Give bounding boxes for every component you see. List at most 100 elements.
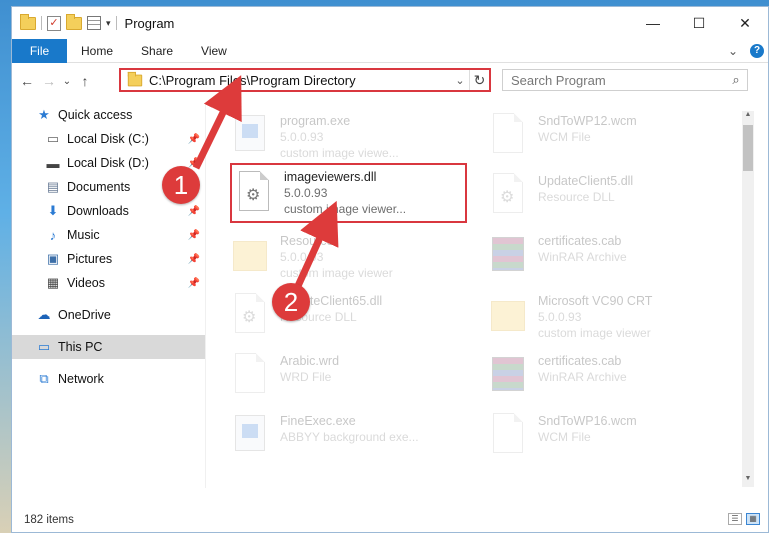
navigation-bar: ← → ⌄ ↑ C:\Program Files\Program Directo…: [12, 67, 768, 95]
search-input[interactable]: Search Program ⌕: [502, 69, 748, 91]
list-item[interactable]: SndToWP16.wcm WCM File: [490, 407, 720, 465]
file-name: Resource: [280, 234, 334, 248]
file-version: 5.0.0.93: [538, 310, 582, 324]
vertical-scrollbar[interactable]: ▲ ▼: [742, 111, 754, 487]
file-version: 5.0.0.93: [280, 130, 324, 144]
back-button[interactable]: ←: [16, 73, 38, 89]
sidebar-item-local-disk-c[interactable]: ▭ Local Disk (C:) 📌: [12, 127, 205, 151]
navigation-pane: ★ Quick access ▭ Local Disk (C:) 📌 ▬ Loc…: [12, 103, 205, 493]
pin-icon: 📌: [187, 205, 200, 217]
sidebar-item-videos[interactable]: ▦ Videos 📌: [12, 271, 205, 295]
sidebar-item-music[interactable]: ♪ Music 📌: [12, 223, 205, 247]
search-icon[interactable]: ⌕: [725, 72, 747, 88]
file-description: custom image viewer: [538, 326, 651, 340]
file-name: Arabic.wrd: [280, 354, 340, 368]
list-item[interactable]: SndToWP12.wcm WCM File: [490, 107, 720, 165]
address-path[interactable]: C:\Program Files\Program Directory: [149, 73, 451, 88]
sidebar-item-quick-access[interactable]: ★ Quick access: [12, 103, 205, 127]
scroll-up-icon[interactable]: ▲: [742, 111, 754, 123]
sidebar-item-pictures[interactable]: ▣ Pictures 📌: [12, 247, 205, 271]
file-name: SndToWP16.wcm: [538, 414, 637, 428]
list-item[interactable]: certificates.cab WinRAR Archive: [490, 227, 720, 285]
sidebar-item-label: OneDrive: [58, 308, 111, 322]
sidebar-item-label: Documents: [67, 180, 131, 194]
file-name: SndToWP12.wcm: [538, 114, 637, 128]
maximize-button[interactable]: ☐: [676, 7, 722, 39]
file-name: program.exe: [280, 114, 351, 128]
file-name: FineExec.exe: [280, 414, 356, 428]
step-2-badge: 2: [272, 283, 310, 321]
recent-locations-button[interactable]: ⌄: [60, 76, 74, 87]
divider: [41, 16, 42, 30]
minimize-button[interactable]: —: [630, 7, 676, 39]
view-switcher: ☰ ▦: [728, 513, 760, 525]
expand-ribbon-icon[interactable]: ⌄: [728, 44, 738, 58]
network-icon: ⧉: [39, 371, 49, 386]
file-type: WCM File: [538, 430, 591, 444]
forward-button[interactable]: →: [38, 73, 60, 89]
address-dropdown-icon[interactable]: ⌄: [451, 74, 469, 87]
list-item[interactable]: ⚙ UpdateClient65.dll Resource DLL: [232, 287, 462, 345]
new-folder-icon[interactable]: [66, 13, 82, 30]
sidebar-item-network[interactable]: ⧉ Network: [12, 367, 205, 391]
sidebar-item-label: Music: [67, 228, 100, 242]
tiles-view-icon[interactable]: ▦: [746, 513, 760, 525]
properties-check-icon[interactable]: ✓: [47, 15, 61, 31]
sidebar-item-label: Local Disk (C:): [67, 132, 149, 146]
scroll-thumb[interactable]: [743, 125, 753, 171]
up-button[interactable]: ↑: [74, 73, 96, 89]
list-item[interactable]: FineExec.exe ABBYY background exe...: [232, 407, 462, 465]
dll-file-icon: ⚙: [490, 173, 526, 217]
file-description: custom image viewer: [280, 266, 393, 280]
star-icon: ★: [38, 107, 50, 122]
drive-icon: ▬: [46, 155, 60, 171]
divider: [115, 16, 117, 30]
folder-icon: [127, 71, 143, 86]
exe-file-icon: [232, 413, 268, 457]
tab-view[interactable]: View: [187, 44, 241, 58]
file-type: ABBYY background exe...: [280, 430, 419, 444]
sidebar-item-label: Pictures: [67, 252, 113, 266]
highlighted-file-imageviewers-dll[interactable]: ⚙ imageviewers.dll 5.0.0.93 custom image…: [230, 163, 467, 223]
view-props-icon[interactable]: [87, 16, 101, 30]
dll-file-icon: ⚙: [232, 293, 268, 337]
file-name: UpdateClient5.dll: [538, 174, 634, 188]
list-item[interactable]: Arabic.wrd WRD File: [232, 347, 462, 405]
title-bar: ✓ ▾ Program — ☐ ✕: [12, 7, 768, 39]
file-type: WRD File: [280, 370, 332, 384]
list-item[interactable]: Resource 5.0.0.93 custom image viewer: [232, 227, 462, 285]
window-controls: — ☐ ✕: [630, 7, 768, 39]
sidebar-item-onedrive[interactable]: ☁ OneDrive: [12, 303, 205, 327]
file-version: 5.0.0.93: [284, 186, 328, 200]
tab-file[interactable]: File: [12, 38, 67, 63]
close-button[interactable]: ✕: [722, 7, 768, 39]
address-bar[interactable]: C:\Program Files\Program Directory ⌄ ↻: [119, 68, 491, 92]
file-name: certificates.cab: [538, 354, 622, 368]
drive-icon: ▭: [46, 131, 60, 146]
qat-dropdown-icon[interactable]: ▾: [106, 18, 111, 29]
document-file-icon: [490, 413, 526, 457]
search-placeholder: Search Program: [511, 72, 606, 88]
refresh-button[interactable]: ↻: [469, 70, 489, 90]
list-item[interactable]: ⚙ UpdateClient5.dll Resource DLL: [490, 167, 720, 225]
sidebar-item-this-pc[interactable]: ▭ This PC: [12, 335, 205, 359]
sidebar-item-label: Downloads: [67, 204, 129, 218]
list-item[interactable]: Microsoft VC90 CRT 5.0.0.93 custom image…: [490, 287, 720, 345]
tab-home[interactable]: Home: [67, 44, 127, 58]
pin-icon: 📌: [187, 133, 200, 145]
pin-icon: 📌: [187, 229, 200, 241]
sidebar-item-label: Network: [58, 372, 104, 386]
list-item[interactable]: certificates.cab WinRAR Archive: [490, 347, 720, 405]
music-icon: ♪: [49, 227, 57, 243]
file-type: Resource DLL: [538, 190, 615, 204]
status-bar: 182 items ☰ ▦: [12, 508, 768, 532]
tab-share[interactable]: Share: [127, 44, 187, 58]
help-icon[interactable]: ?: [750, 44, 764, 58]
list-item[interactable]: program.exe 5.0.0.93 custom image viewe.…: [232, 107, 462, 165]
file-type: WinRAR Archive: [538, 370, 627, 384]
archive-file-icon: [490, 353, 526, 397]
details-view-icon[interactable]: ☰: [728, 513, 742, 525]
file-type: WinRAR Archive: [538, 250, 627, 264]
list-item[interactable]: ⚙ imageviewers.dll 5.0.0.93 custom image…: [232, 165, 465, 221]
scroll-down-icon[interactable]: ▼: [742, 475, 754, 487]
